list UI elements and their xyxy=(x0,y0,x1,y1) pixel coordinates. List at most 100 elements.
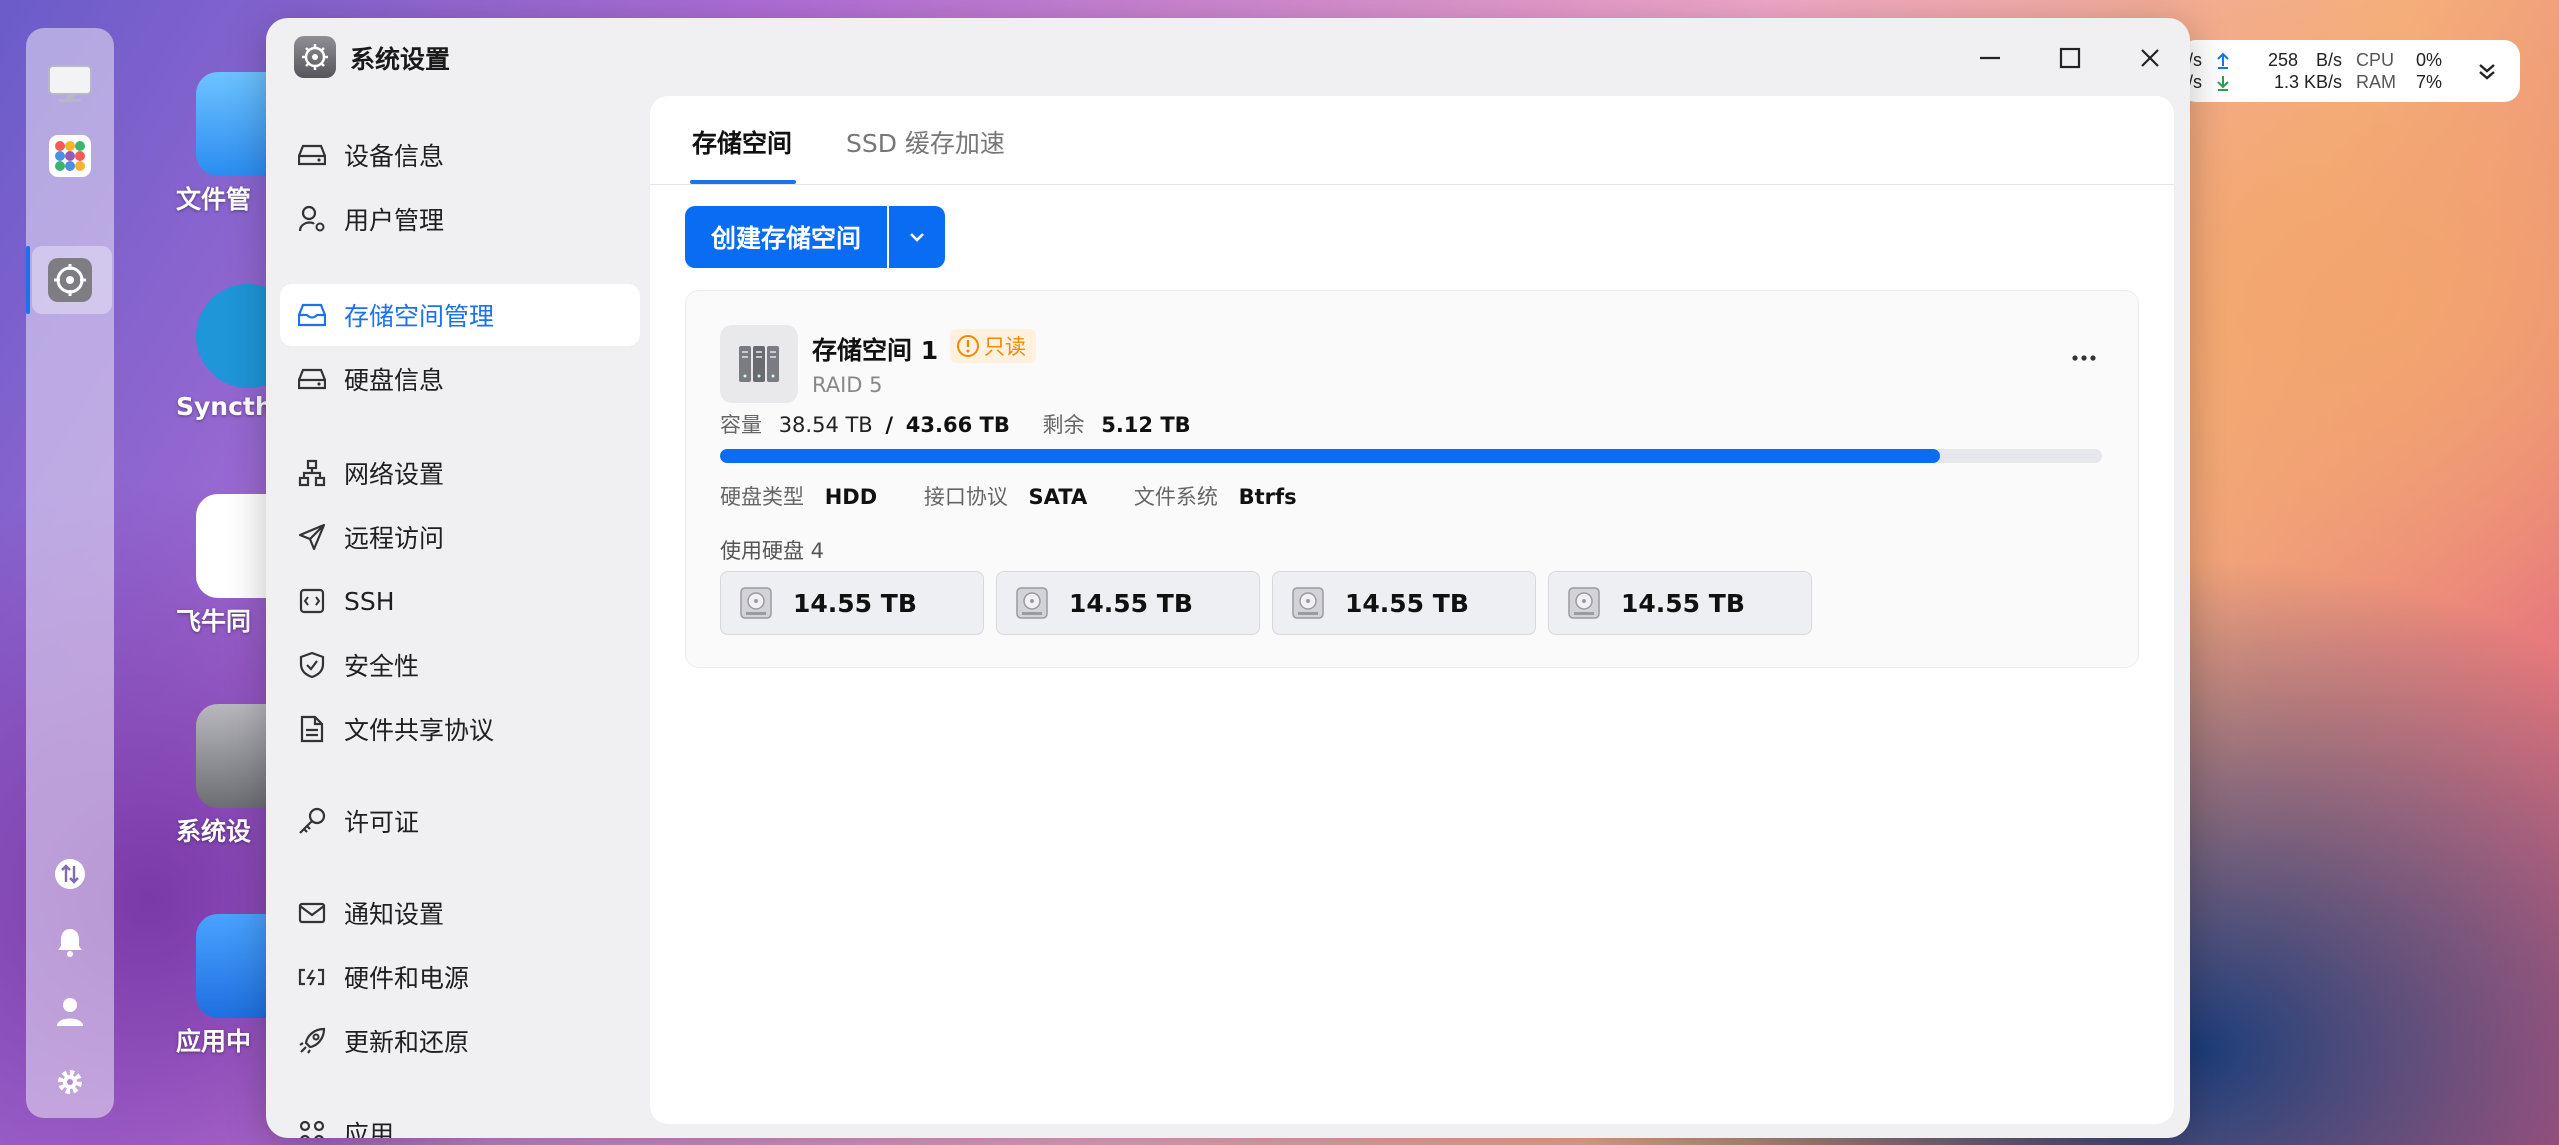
sidebar-item-file-sharing[interactable]: 文件共享协议 xyxy=(280,698,640,760)
cpu-label: CPU xyxy=(2356,50,2395,70)
double-chevron-down-icon[interactable] xyxy=(2476,60,2498,82)
chevron-down-icon xyxy=(910,233,924,242)
maximize-button[interactable] xyxy=(2050,38,2090,78)
download-rate-left: /s xyxy=(2188,72,2203,92)
sidebar-item-notifications[interactable]: 通知设置 xyxy=(280,882,640,944)
dock-active-indicator xyxy=(26,246,30,314)
gear-icon xyxy=(302,44,328,70)
disks-used-label: 使用硬盘 4 xyxy=(720,539,825,563)
title-bar[interactable]: 系统设置 xyxy=(266,18,2190,94)
create-storage-button[interactable]: 创建存储空间 xyxy=(685,206,887,268)
window-title: 系统设置 xyxy=(350,45,451,74)
sidebar-item-label: 设备信息 xyxy=(344,142,445,171)
user-icon[interactable] xyxy=(46,988,94,1036)
key-icon xyxy=(296,805,328,837)
sidebar-item-license[interactable]: 许可证 xyxy=(280,790,640,852)
maximize-icon xyxy=(2059,47,2081,69)
pool-specs: 硬盘类型 HDD 接口协议 SATA 文件系统 Btrfs xyxy=(720,481,1297,511)
sidebar-item-disk-info[interactable]: 硬盘信息 xyxy=(280,348,640,410)
disk-chip[interactable]: 14.55 TB xyxy=(1548,571,1812,635)
sidebar-item-label: 硬件和电源 xyxy=(344,964,470,993)
interface-value: SATA xyxy=(1028,485,1088,509)
transfer-icon[interactable] xyxy=(46,850,94,898)
notification-icon[interactable] xyxy=(46,918,94,966)
terminal-icon xyxy=(296,585,328,617)
tab-active-underline xyxy=(690,180,796,184)
create-options-dropdown[interactable] xyxy=(889,206,945,268)
capacity-progress-fill xyxy=(720,449,1941,463)
capacity-separator: / xyxy=(885,413,894,437)
sidebar: 设备信息 用户管理 存储空间管理 硬盘信息 网络设置 远程访问 SSH 安全性 … xyxy=(266,94,642,1138)
sidebar-item-security[interactable]: 安全性 xyxy=(280,634,640,696)
sidebar-item-label: 用户管理 xyxy=(344,206,445,235)
storage-icon xyxy=(296,299,328,331)
disk-size: 14.55 TB xyxy=(1069,588,1193,618)
desktop-icon[interactable] xyxy=(46,60,94,108)
sidebar-item-label: 更新和还原 xyxy=(344,1028,470,1057)
app-icon xyxy=(294,36,336,78)
sidebar-item-label: 安全性 xyxy=(344,652,420,681)
settings-icon[interactable] xyxy=(46,1058,94,1106)
disk-chip[interactable]: 14.55 TB xyxy=(720,571,984,635)
sidebar-item-user-management[interactable]: 用户管理 xyxy=(280,188,640,250)
more-options-button[interactable] xyxy=(2072,347,2096,366)
send-icon xyxy=(296,521,328,553)
close-icon xyxy=(2141,49,2159,67)
free-value: 5.12 TB xyxy=(1101,413,1191,437)
sidebar-item-remote-access[interactable]: 远程访问 xyxy=(280,506,640,568)
sidebar-item-update-restore[interactable]: 更新和还原 xyxy=(280,1010,640,1072)
upload-rate-left: /s xyxy=(2188,50,2203,70)
disk-chip[interactable]: 14.55 TB xyxy=(1272,571,1536,635)
upload-unit: B/s xyxy=(2316,50,2343,70)
sidebar-item-storage-management[interactable]: 存储空间管理 xyxy=(280,284,640,346)
sidebar-item-label: 应用 xyxy=(344,1120,395,1138)
app-center-icon[interactable] xyxy=(46,132,94,180)
monitor-icon xyxy=(48,65,92,102)
warning-icon xyxy=(957,335,979,357)
gear-icon xyxy=(48,258,92,302)
tab-ssd-cache[interactable]: SSD 缓存加速 xyxy=(846,124,1005,160)
hdd-icon xyxy=(1016,587,1048,619)
sidebar-item-label: 文件共享协议 xyxy=(344,716,495,745)
download-rate: 1.3 KB/s xyxy=(2274,72,2343,92)
tab-storage[interactable]: 存储空间 xyxy=(692,124,792,160)
resource-monitor[interactable]: /s /s 258 B/s 1.3 KB/s CPU RAM 0% 7% xyxy=(2180,40,2520,102)
more-horizontal-icon xyxy=(2072,355,2096,361)
user-gear-icon xyxy=(296,203,328,235)
upload-rate: 258 xyxy=(2268,50,2299,70)
sidebar-item-ssh[interactable]: SSH xyxy=(280,570,640,632)
hdd-icon xyxy=(740,587,772,619)
capacity-label: 容量 xyxy=(720,413,762,437)
apps-icon xyxy=(296,1117,328,1138)
capacity-used: 38.54 TB xyxy=(778,413,873,437)
hard-drive-icon xyxy=(296,363,328,395)
raid-level: RAID 5 xyxy=(812,373,883,397)
battery-icon xyxy=(296,961,328,993)
disk-chip[interactable]: 14.55 TB xyxy=(996,571,1260,635)
desktop-label: Syncth xyxy=(176,392,273,421)
pool-name: 存储空间 1 xyxy=(812,336,939,365)
minimize-button[interactable] xyxy=(1970,38,2010,78)
hdd-icon xyxy=(1292,587,1324,619)
shield-icon xyxy=(296,649,328,681)
storage-pool-card[interactable]: 存储空间 1 只读 RAID 5 容量 38.54 TB / 43.66 TB … xyxy=(685,290,2139,668)
disk-size: 14.55 TB xyxy=(793,588,917,618)
badge-text: 只读 xyxy=(984,335,1026,359)
settings-app-icon[interactable] xyxy=(46,256,94,304)
dock xyxy=(26,28,114,1118)
capacity-total: 43.66 TB xyxy=(905,413,1010,437)
desktop-label: 文件管 xyxy=(176,185,252,214)
sidebar-item-apps[interactable]: 应用 xyxy=(280,1102,640,1138)
cog-icon xyxy=(58,1070,82,1094)
rocket-icon xyxy=(296,1025,328,1057)
close-button[interactable] xyxy=(2130,38,2170,78)
sidebar-item-hardware-power[interactable]: 硬件和电源 xyxy=(280,946,640,1008)
nas-icon xyxy=(720,325,798,403)
sidebar-item-network[interactable]: 网络设置 xyxy=(280,442,640,504)
document-icon xyxy=(296,713,328,745)
sidebar-item-label: 许可证 xyxy=(344,808,420,837)
sidebar-item-label: 通知设置 xyxy=(344,900,445,929)
bell-icon xyxy=(58,929,82,957)
disk-size: 14.55 TB xyxy=(1345,588,1469,618)
sidebar-item-device-info[interactable]: 设备信息 xyxy=(280,124,640,186)
